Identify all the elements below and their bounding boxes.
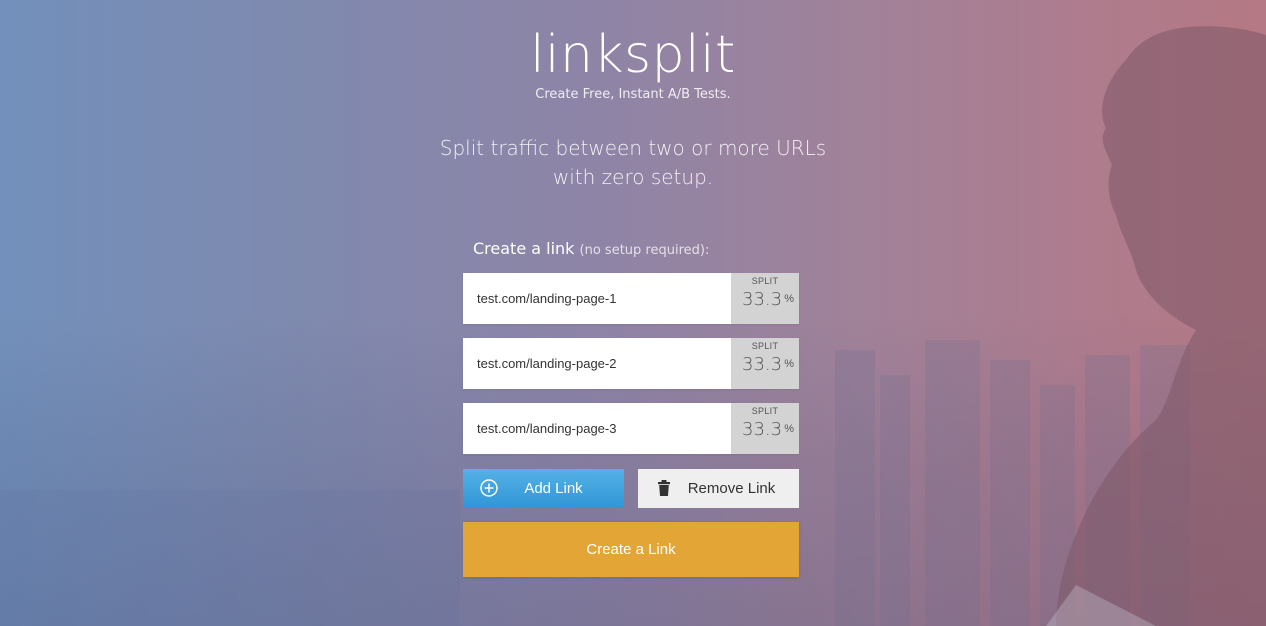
- link-row: SPLIT 33.3 %: [463, 273, 799, 324]
- split-box-3[interactable]: SPLIT 33.3 %: [731, 403, 799, 454]
- split-value-3: 33.3: [742, 419, 783, 440]
- create-link-button[interactable]: Create a Link: [463, 522, 799, 577]
- form-label: Create a link (no setup required):: [463, 237, 799, 273]
- link-url-input-3[interactable]: [463, 403, 731, 454]
- link-row: SPLIT 33.3 %: [463, 338, 799, 389]
- percent-sign: %: [784, 423, 794, 435]
- add-link-button[interactable]: Add Link: [463, 469, 624, 508]
- create-link-form: Create a link (no setup required): SPLIT…: [463, 237, 799, 577]
- form-label-sub: (no setup required):: [579, 243, 710, 258]
- split-box-1[interactable]: SPLIT 33.3 %: [731, 273, 799, 324]
- form-label-main: Create a link: [473, 239, 575, 258]
- add-link-label: Add Link: [524, 480, 583, 497]
- split-value-1: 33.3: [742, 289, 783, 310]
- page-header: linksplit Create Free, Instant A/B Tests…: [0, 18, 1266, 192]
- split-label: SPLIT: [751, 406, 779, 416]
- link-url-input-1[interactable]: [463, 273, 731, 324]
- split-value-2: 33.3: [742, 354, 783, 375]
- percent-sign: %: [784, 358, 794, 370]
- link-url-input-2[interactable]: [463, 338, 731, 389]
- split-label: SPLIT: [751, 276, 779, 286]
- remove-link-button[interactable]: Remove Link: [638, 469, 799, 508]
- percent-sign: %: [784, 293, 794, 305]
- split-label: SPLIT: [751, 341, 779, 351]
- split-box-2[interactable]: SPLIT 33.3 %: [731, 338, 799, 389]
- headline-line-1: Split traffic between two or more URLs: [439, 136, 827, 160]
- headline: Split traffic between two or more URLs w…: [0, 134, 1266, 192]
- remove-link-label: Remove Link: [687, 480, 776, 497]
- brand-logo: linksplit: [530, 25, 736, 85]
- link-row: SPLIT 33.3 %: [463, 403, 799, 454]
- link-actions: Add Link Remove Link: [463, 469, 799, 508]
- headline-line-2: with zero setup.: [552, 165, 714, 189]
- brand-tagline: Create Free, Instant A/B Tests.: [535, 87, 731, 102]
